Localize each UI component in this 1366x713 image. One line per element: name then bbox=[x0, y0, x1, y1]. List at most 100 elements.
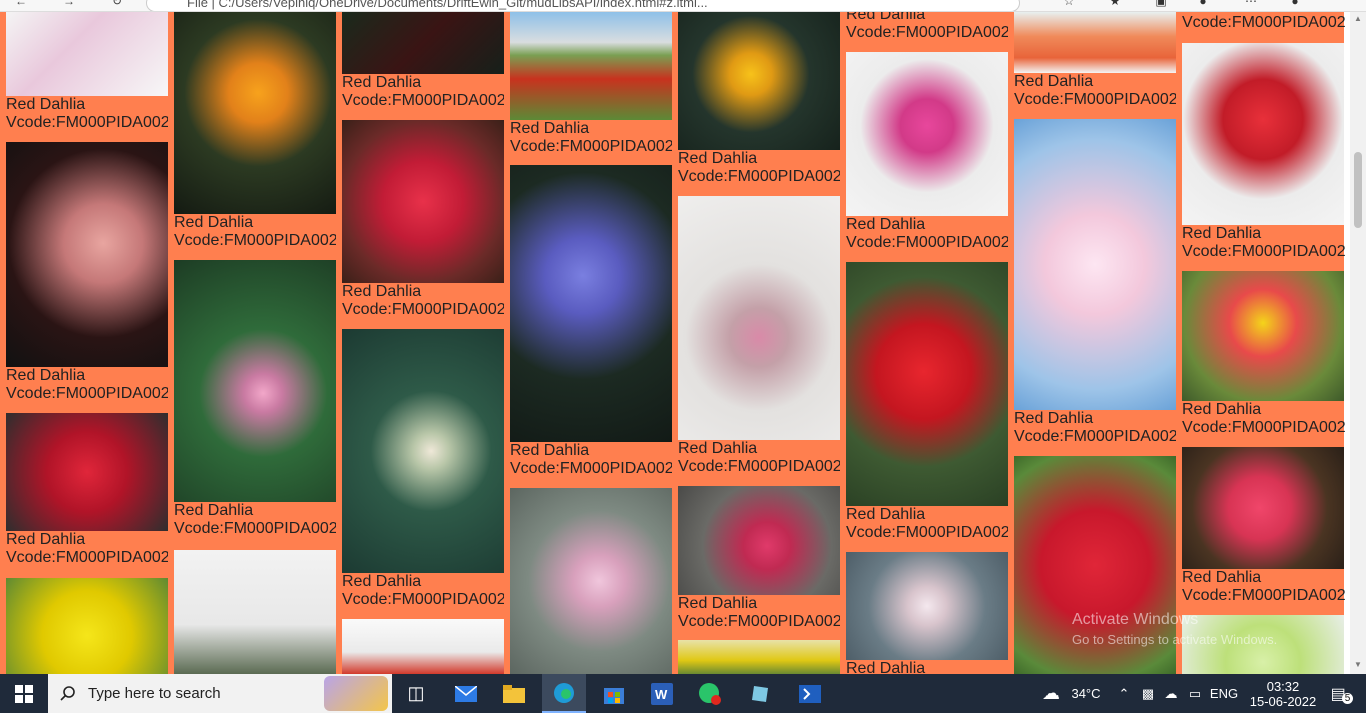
gallery-card[interactable]: Red Dahlia Vcode:FM000PIDA002 bbox=[840, 262, 1010, 546]
gallery-column-2: Red Dahlia Vcode:FM000PIDA002 Red Dahlia… bbox=[168, 12, 338, 674]
gallery-card[interactable] bbox=[672, 640, 840, 674]
language-indicator[interactable]: ENG bbox=[1208, 674, 1240, 713]
flower-code: Vcode:FM000PIDA002 bbox=[1182, 587, 1346, 604]
clock-time: 03:32 bbox=[1266, 678, 1300, 694]
flower-image bbox=[1014, 119, 1176, 410]
scroll-up-icon[interactable]: ▲ bbox=[1354, 14, 1362, 23]
flower-image bbox=[6, 413, 168, 531]
flower-image bbox=[678, 196, 840, 440]
gallery-card[interactable] bbox=[1176, 615, 1344, 674]
onedrive-icon[interactable]: ☁ bbox=[1160, 674, 1182, 713]
flower-image bbox=[6, 142, 168, 367]
gallery-card[interactable]: Red Dahlia Vcode:FM000PIDA002 bbox=[1176, 43, 1346, 268]
flower-image bbox=[342, 329, 504, 573]
gallery-card[interactable]: Red Dahlia Vcode:FM000PIDA002 bbox=[1176, 271, 1346, 441]
flower-name: Red Dahlia bbox=[174, 502, 254, 519]
flower-code: Vcode:FM000PIDA002 bbox=[342, 301, 506, 318]
flower-name: Red Dahlia bbox=[342, 74, 422, 91]
scrollbar-thumb[interactable] bbox=[1354, 152, 1362, 228]
powershell-icon[interactable] bbox=[790, 674, 830, 713]
gallery-card[interactable]: Red Dahlia Vcode:FM000PIDA002 bbox=[0, 413, 170, 577]
word-icon[interactable]: W bbox=[642, 674, 682, 713]
gallery-column-3: Red Dahlia Vcode:FM000PIDA002 Red Dahlia… bbox=[336, 12, 506, 674]
favorites-icon[interactable]: ★ bbox=[1104, 0, 1126, 10]
flower-name: Red Dahlia bbox=[342, 573, 422, 590]
gallery-card[interactable]: Red Dahlia Vcode:FM000PIDA002 bbox=[840, 12, 1010, 48]
flower-image bbox=[510, 12, 672, 120]
notes-app-icon[interactable] bbox=[740, 674, 780, 713]
taskbar-search-box[interactable]: Type here to search bbox=[48, 674, 392, 713]
collections-icon[interactable]: ▣ bbox=[1150, 0, 1172, 10]
mail-icon[interactable] bbox=[446, 674, 486, 713]
flower-gallery: Red Dahlia Vcode:FM000PIDA002 Red Dahlia… bbox=[0, 12, 1350, 674]
task-view-icon[interactable]: ◫ bbox=[396, 674, 436, 713]
gallery-card[interactable]: Red Dahlia Vcode:FM000PIDA002 bbox=[504, 165, 674, 487]
flower-name: Red Dahlia bbox=[846, 660, 926, 674]
store-icon[interactable] bbox=[594, 674, 634, 713]
gallery-card[interactable]: Red Dahlia Vcode:FM000PIDA002 bbox=[672, 196, 842, 480]
browser-address-bar: ← → ↻ File | C:/Users/Vepiniq/OneDrive/D… bbox=[0, 0, 1366, 12]
url-field[interactable]: File | C:/Users/Vepiniq/OneDrive/Documen… bbox=[146, 0, 1020, 11]
forward-icon[interactable]: → bbox=[60, 0, 78, 10]
gallery-card[interactable]: Red Dahlia Vcode:FM000PIDA002 bbox=[504, 12, 674, 160]
gallery-card[interactable]: Red Dahlia Vcode:FM000PIDA002 bbox=[336, 12, 506, 114]
flower-name: Red Dahlia bbox=[342, 283, 422, 300]
flower-code: Vcode:FM000PIDA002 bbox=[1182, 14, 1346, 31]
gallery-card[interactable]: Red Dahlia Vcode:FM000PIDA002 bbox=[0, 12, 170, 138]
flower-image bbox=[6, 578, 168, 674]
flower-image bbox=[846, 262, 1008, 506]
gallery-card[interactable]: Red Dahlia Vcode:FM000PIDA002 bbox=[840, 52, 1010, 256]
edge-browser-icon[interactable] bbox=[542, 674, 586, 713]
flower-name: Red Dahlia bbox=[6, 367, 86, 384]
gallery-card[interactable] bbox=[504, 488, 672, 674]
gallery-card[interactable]: Red Dahlia Vcode:FM000PIDA002 bbox=[168, 12, 338, 254]
add-favorite-icon[interactable]: ☆ bbox=[1058, 0, 1080, 10]
start-button[interactable] bbox=[0, 674, 48, 713]
gallery-card[interactable]: Red Dahlia Vcode:FM000PIDA002 bbox=[336, 329, 506, 619]
gallery-card[interactable]: Red Dahlia Vcode:FM000PIDA002 bbox=[1008, 12, 1178, 114]
gallery-card[interactable] bbox=[1008, 456, 1176, 674]
whatsapp-icon[interactable] bbox=[690, 674, 730, 713]
profile-icon[interactable]: ● bbox=[1192, 0, 1214, 10]
gallery-card[interactable]: Vcode:FM000PIDA002 bbox=[1176, 12, 1346, 38]
flower-image bbox=[6, 12, 168, 96]
network-icon[interactable]: ▩ bbox=[1138, 674, 1158, 713]
display-icon[interactable]: ▭ bbox=[1184, 674, 1206, 713]
search-highlight-icon bbox=[324, 676, 388, 711]
flower-image bbox=[510, 488, 672, 674]
gallery-card[interactable]: Red Dahlia Vcode:FM000PIDA002 bbox=[672, 12, 842, 190]
back-icon[interactable]: ← bbox=[12, 0, 30, 10]
flower-code: Vcode:FM000PIDA002 bbox=[1014, 91, 1178, 108]
gallery-card[interactable] bbox=[0, 578, 168, 674]
flower-image bbox=[1182, 271, 1344, 401]
flower-name: Red Dahlia bbox=[1182, 225, 1262, 242]
gallery-card[interactable]: Red Dahlia Vcode:FM000PIDA002 bbox=[0, 142, 170, 412]
avatar[interactable]: ● bbox=[1284, 0, 1306, 10]
gallery-card[interactable]: Red Dahlia Vcode:FM000PIDA002 bbox=[1176, 447, 1346, 613]
scroll-down-icon[interactable]: ▼ bbox=[1354, 660, 1362, 669]
flower-name: Red Dahlia bbox=[846, 506, 926, 523]
gallery-card[interactable]: Red Dahlia Vcode:FM000PIDA002 bbox=[336, 120, 506, 328]
show-hidden-icons-icon[interactable]: ⌃ bbox=[1114, 674, 1134, 713]
flower-code: Vcode:FM000PIDA002 bbox=[342, 591, 506, 608]
gallery-card[interactable] bbox=[336, 619, 504, 674]
weather-temperature[interactable]: 34°C bbox=[1066, 674, 1106, 713]
gallery-card[interactable]: Red Dahlia Vcode:FM000PIDA002 bbox=[168, 260, 338, 544]
settings-icon[interactable]: ⋯ bbox=[1240, 0, 1262, 10]
page-scrollbar[interactable]: ▲ ▼ bbox=[1350, 12, 1366, 674]
gallery-card[interactable]: Red Dahlia Vcode:FM000PIDA002 bbox=[1008, 119, 1178, 455]
windows-taskbar: Type here to search ◫ W ☁ 34°C ⌃ ▩ ☁ ▭ E… bbox=[0, 674, 1366, 713]
flower-code: Vcode:FM000PIDA002 bbox=[510, 460, 674, 477]
flower-code: Vcode:FM000PIDA002 bbox=[678, 458, 842, 475]
flower-code: Vcode:FM000PIDA002 bbox=[846, 24, 1010, 41]
flower-name: Red Dahlia bbox=[678, 150, 758, 167]
refresh-icon[interactable]: ↻ bbox=[108, 0, 126, 10]
gallery-card[interactable] bbox=[168, 550, 336, 674]
file-explorer-icon[interactable] bbox=[494, 674, 534, 713]
gallery-card[interactable]: Red Dahlia Vcode:FM000PIDA002 bbox=[672, 486, 842, 640]
notifications-icon[interactable]: ▤ 5 bbox=[1322, 674, 1362, 713]
gallery-card[interactable]: Red Dahlia bbox=[840, 552, 1008, 674]
flower-code: Vcode:FM000PIDA002 bbox=[6, 114, 170, 131]
weather-icon[interactable]: ☁ bbox=[1036, 674, 1066, 713]
clock[interactable]: 03:32 15-06-2022 bbox=[1244, 674, 1322, 713]
